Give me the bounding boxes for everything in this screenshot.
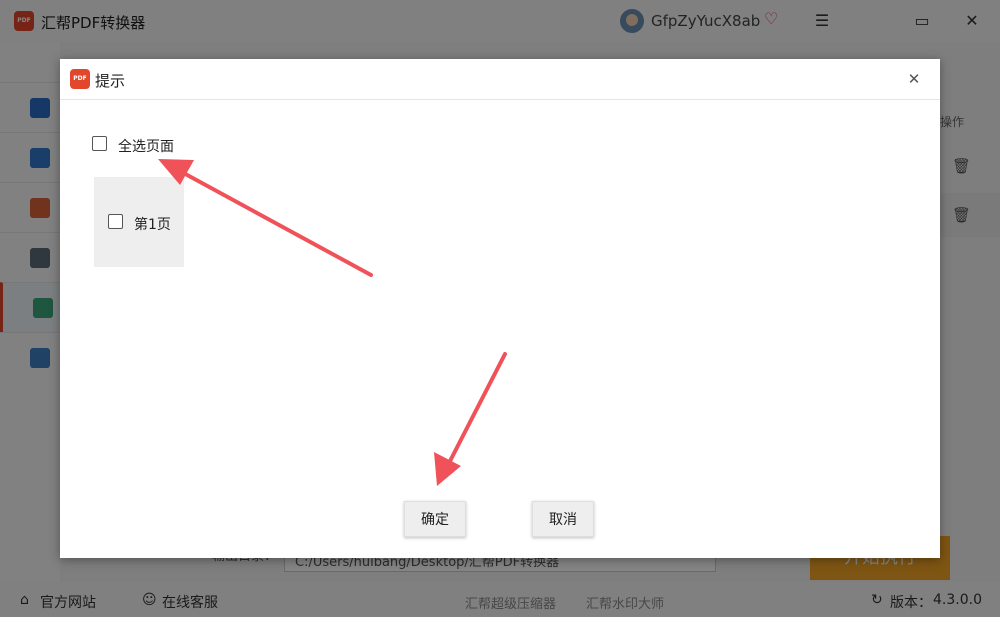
page-select-dialog: PDF 提示 ✕ 全选页面 第1页 确定 取消 <box>60 59 940 558</box>
select-all-checkbox[interactable] <box>92 136 107 151</box>
confirm-button[interactable]: 确定 <box>404 501 466 537</box>
page-thumbnail-card[interactable]: 第1页 <box>94 177 184 267</box>
dialog-close-icon[interactable]: ✕ <box>902 67 926 91</box>
page-label[interactable]: 第1页 <box>134 214 171 234</box>
select-all-label[interactable]: 全选页面 <box>118 136 174 156</box>
cancel-button[interactable]: 取消 <box>532 501 594 537</box>
dialog-logo-icon: PDF <box>70 69 90 89</box>
page-checkbox[interactable] <box>108 214 123 229</box>
dialog-title: 提示 <box>95 72 126 90</box>
dialog-header: PDF 提示 ✕ <box>60 59 940 100</box>
